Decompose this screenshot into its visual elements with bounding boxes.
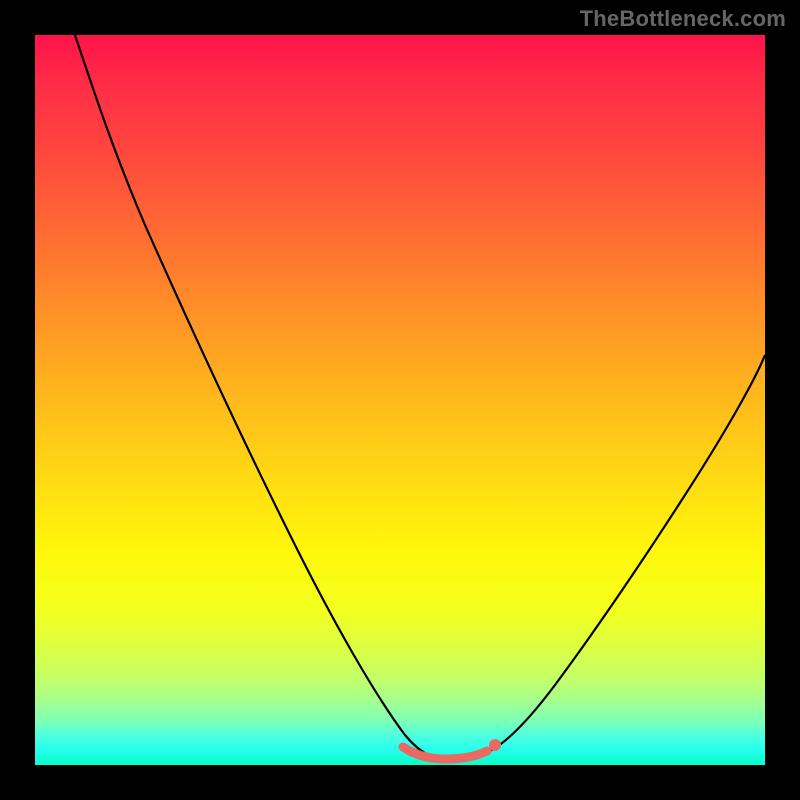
chart-frame: TheBottleneck.com xyxy=(0,0,800,800)
bottleneck-curve-svg xyxy=(35,35,765,765)
bottleneck-curve-path xyxy=(75,35,765,759)
optimal-range-highlight xyxy=(403,747,487,759)
watermark-text: TheBottleneck.com xyxy=(580,6,786,32)
optimal-range-endpoint-icon xyxy=(489,739,501,751)
